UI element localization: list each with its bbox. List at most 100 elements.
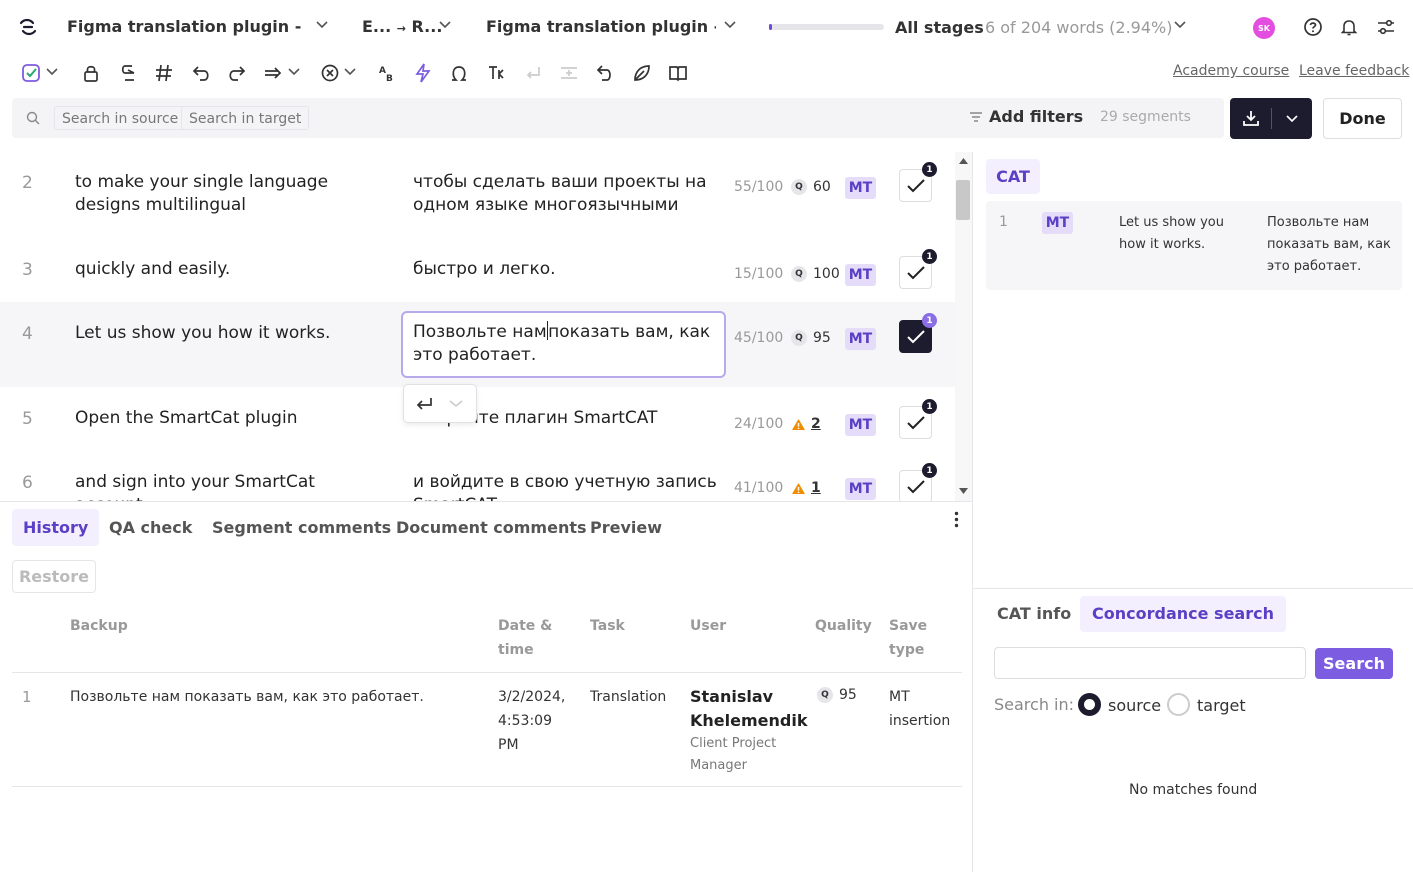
search-target-input[interactable]: Search in target (181, 106, 310, 130)
button-divider (1271, 108, 1272, 129)
segment-row-active[interactable]: 4 Let us show you how it works. Позвольт… (0, 302, 955, 387)
chevron-down-icon[interactable] (344, 68, 356, 76)
segment-target[interactable]: и войдите в свою учетную запись SmartCAT… (413, 471, 718, 501)
done-button[interactable]: Done (1323, 98, 1402, 139)
redo-icon[interactable] (226, 62, 248, 84)
smartcat-logo-icon[interactable] (18, 17, 38, 37)
tab-concordance-search[interactable]: Concordance search (1080, 596, 1286, 632)
chevron-down-icon[interactable] (439, 21, 451, 29)
segment-row[interactable]: 5 Open the SmartCat plugin Откройте плаг… (0, 387, 955, 451)
book-icon[interactable] (667, 62, 689, 84)
qa-warnings[interactable]: 2 (791, 416, 821, 432)
leaf-icon[interactable] (631, 62, 653, 84)
copy-source-icon[interactable] (117, 62, 139, 84)
scroll-thumb[interactable] (956, 180, 970, 220)
history-save-type-line-1: MT (889, 689, 910, 705)
tab-cat[interactable]: CAT (986, 159, 1040, 194)
tab-cat-info[interactable]: CAT info (985, 596, 1083, 632)
confirm-segment-button[interactable]: 1 (899, 313, 937, 353)
segment-row[interactable]: 2 to make your single language designs m… (0, 152, 955, 238)
warning-count: 1 (811, 480, 821, 496)
settings-sliders-icon[interactable] (1376, 17, 1396, 37)
segment-target-editor[interactable]: Позвольте нампоказать вам, как это работ… (401, 311, 726, 378)
confirm-segment-button[interactable]: 1 (899, 249, 937, 289)
segment-target[interactable]: чтобы сделать ваши проекты на одном язык… (413, 171, 718, 217)
undo-icon[interactable] (190, 62, 212, 84)
hash-icon[interactable] (153, 62, 175, 84)
chevron-down-icon[interactable] (1286, 115, 1298, 123)
radio-source-label[interactable]: source (1108, 696, 1161, 715)
segment-number: 6 (22, 473, 33, 493)
help-icon[interactable] (1303, 17, 1323, 37)
radio-source[interactable] (1078, 693, 1101, 716)
top-bar: Figma translation plugin - Sm... E... → … (0, 0, 1413, 54)
avatar[interactable]: SK (1253, 17, 1275, 39)
segment-source: and sign into your SmartCat account. (75, 472, 315, 501)
restore-button[interactable]: Restore (12, 560, 96, 593)
document-title[interactable]: Figma translation plugin - Sma (486, 17, 716, 36)
segment-target[interactable]: быстро и легко. (413, 258, 718, 281)
download-button[interactable] (1230, 98, 1312, 139)
concordance-search-button[interactable]: Search (1315, 648, 1393, 679)
segment-list-scrollbar[interactable] (955, 152, 972, 501)
language-pair[interactable]: E... → R... (362, 17, 442, 36)
change-case-icon[interactable]: A B (376, 62, 398, 84)
go-to-next-icon[interactable] (262, 62, 284, 84)
chevron-down-icon[interactable] (316, 21, 328, 29)
insert-tag-icon[interactable] (485, 62, 507, 84)
confirm-segment-button[interactable]: 1 (899, 463, 937, 501)
insert-line-break-icon[interactable] (416, 396, 434, 412)
lock-icon[interactable] (80, 62, 102, 84)
revert-icon[interactable] (594, 62, 616, 84)
warning-icon (792, 482, 805, 494)
chevron-down-icon[interactable] (449, 400, 463, 408)
bell-icon[interactable] (1339, 17, 1359, 37)
segment-row[interactable]: 6 and sign into your SmartCat account. и… (0, 451, 955, 501)
tab-document-comments[interactable]: Document comments (385, 509, 598, 546)
history-date: 3/2/2024, (498, 689, 566, 705)
download-icon (1243, 111, 1259, 126)
segment-row[interactable]: 3 quickly and easily. быстро и легко. 15… (0, 238, 955, 302)
qa-warnings[interactable]: 1 (791, 480, 821, 496)
right-panel-divider (972, 152, 973, 872)
project-title[interactable]: Figma translation plugin - Sm... (67, 17, 307, 36)
chevron-down-icon[interactable] (724, 21, 736, 29)
tab-segment-comments[interactable]: Segment comments (201, 509, 402, 546)
scroll-up-icon[interactable] (959, 158, 968, 164)
search-source-input[interactable]: Search in source (54, 106, 187, 130)
quality-value: 100 (813, 266, 840, 282)
tab-history[interactable]: History (12, 509, 100, 546)
academy-course-link[interactable]: Academy course (1173, 63, 1289, 79)
clear-icon[interactable] (319, 62, 341, 84)
scroll-down-icon[interactable] (959, 488, 968, 494)
tab-preview[interactable]: Preview (579, 509, 673, 546)
mt-badge: MT (845, 177, 876, 199)
leave-feedback-link[interactable]: Leave feedback (1299, 63, 1409, 79)
confirm-segment-button[interactable]: 1 (899, 162, 937, 202)
concordance-search-input[interactable] (994, 647, 1306, 679)
confirm-segment-icon[interactable] (20, 62, 42, 84)
progress-bar (769, 24, 884, 30)
tab-qa-check[interactable]: QA check (98, 509, 203, 546)
confirm-segment-button[interactable]: 1 (899, 399, 937, 439)
add-filters-button[interactable]: Add filters (969, 107, 1083, 126)
history-user-last-name: Khelemendik (690, 711, 808, 730)
stages-selector[interactable]: All stages (895, 18, 984, 37)
mt-badge: MT (845, 414, 876, 436)
mt-badge: MT (845, 328, 876, 350)
more-options-icon[interactable] (954, 511, 959, 528)
column-save-type: Save type (889, 614, 927, 662)
special-characters-icon[interactable] (448, 62, 470, 84)
chevron-down-icon[interactable] (1174, 21, 1186, 29)
chevron-down-icon[interactable] (288, 68, 300, 76)
filter-icon (970, 112, 982, 122)
lightning-icon[interactable] (412, 62, 434, 84)
radio-target-label[interactable]: target (1197, 696, 1246, 715)
segment-score: 41/100 (734, 480, 784, 496)
cat-match-source: Let us show you how it works. (1119, 212, 1239, 256)
chevron-down-icon[interactable] (46, 68, 58, 76)
search-icon (26, 111, 40, 125)
panel-divider (0, 501, 972, 502)
radio-target[interactable] (1167, 693, 1190, 716)
cat-match-row[interactable]: 1 MT Let us show you how it works. Позво… (986, 201, 1402, 290)
